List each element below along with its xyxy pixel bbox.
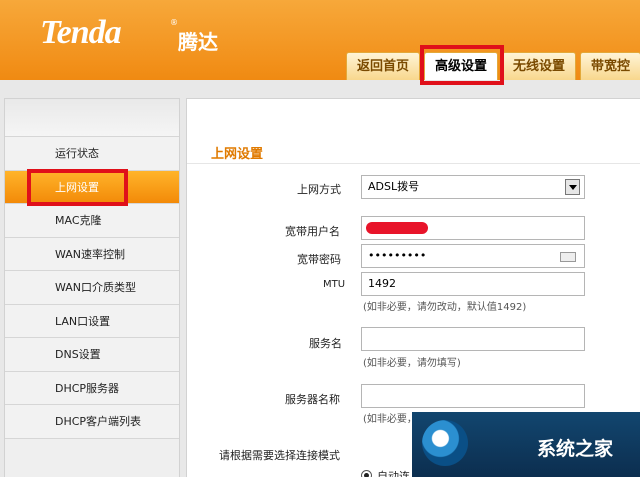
sidebar: 运行状态 上网设置 MAC克隆 WAN速率控制 WAN口介质类型 LAN口设置 …	[4, 98, 180, 477]
chevron-down-icon[interactable]	[565, 179, 580, 195]
sidebar-item-lan[interactable]: LAN口设置	[5, 304, 179, 338]
mtu-input[interactable]: 1492	[361, 272, 585, 296]
username-input[interactable]	[361, 216, 585, 240]
sidebar-item-wan-speed[interactable]: WAN速率控制	[5, 237, 179, 271]
mtu-hint: (如非必要，请勿改动，默认值1492)	[363, 302, 527, 313]
sidebar-item-status[interactable]: 运行状态	[5, 137, 179, 171]
tab-wireless[interactable]: 无线设置	[502, 52, 577, 80]
service-name-input[interactable]	[361, 327, 585, 351]
watermark-text: 系统之家	[537, 438, 614, 460]
header: Tenda ® 腾达 返回首页 高级设置 无线设置 带宽控	[0, 0, 640, 80]
divider	[187, 163, 640, 164]
sidebar-item-mac-clone[interactable]: MAC克隆	[5, 204, 179, 238]
mtu-label: MTU	[323, 279, 346, 290]
connection-type-label: 上网方式	[297, 183, 341, 196]
sidebar-top	[5, 99, 179, 137]
mtu-value: 1492	[368, 277, 396, 290]
keyboard-icon[interactable]	[560, 252, 576, 262]
password-input[interactable]: •••••••••	[361, 244, 585, 268]
tab-bandwidth[interactable]: 带宽控	[580, 52, 640, 80]
server-name-label: 服务器名称	[285, 393, 340, 406]
sidebar-item-wan-media[interactable]: WAN口介质类型	[5, 271, 179, 305]
connect-mode-auto-label: 自动连	[377, 470, 410, 477]
redaction-mark	[366, 222, 428, 234]
connection-type-value: ADSL拨号	[368, 180, 420, 193]
password-label: 宽带密码	[297, 253, 341, 266]
server-name-input[interactable]	[361, 384, 585, 408]
service-name-hint: (如非必要，请勿填写)	[363, 358, 461, 369]
service-name-label: 服务名	[309, 337, 342, 350]
sidebar-item-dhcp-clients[interactable]: DHCP客户端列表	[5, 405, 179, 439]
connection-type-select[interactable]: ADSL拨号	[361, 175, 585, 199]
connect-mode-label: 请根据需要选择连接模式	[219, 449, 340, 462]
sidebar-item-dns[interactable]: DNS设置	[5, 338, 179, 372]
sidebar-item-dhcp-server[interactable]: DHCP服务器	[5, 371, 179, 405]
brand-logo: Tenda	[40, 14, 122, 51]
connect-mode-auto-radio[interactable]	[361, 470, 372, 477]
password-value: •••••••••	[368, 249, 427, 262]
username-label: 宽带用户名	[285, 225, 340, 238]
watermark-logo-icon	[422, 420, 468, 466]
brand-cn-name: 腾达	[178, 30, 218, 54]
registered-mark: ®	[170, 18, 178, 27]
watermark: 系统之家	[412, 412, 640, 477]
section-title: 上网设置	[211, 147, 264, 162]
highlight-box-sidebar	[27, 169, 128, 206]
tab-home[interactable]: 返回首页	[346, 52, 421, 80]
highlight-box-tab	[420, 45, 504, 85]
